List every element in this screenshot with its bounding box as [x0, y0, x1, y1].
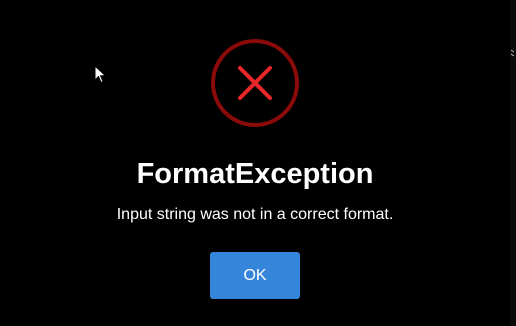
resize-grip-icon[interactable]: [510, 46, 515, 57]
mouse-pointer-icon: [94, 64, 108, 85]
screen: FormatException Input string was not in …: [0, 0, 516, 326]
dialog-message: Input string was not in a correct format…: [116, 206, 394, 223]
ok-button[interactable]: OK: [210, 252, 300, 299]
dialog-title: FormatException: [136, 158, 374, 190]
error-x-circle-icon: [210, 38, 300, 128]
error-dialog: FormatException Input string was not in …: [0, 0, 510, 326]
